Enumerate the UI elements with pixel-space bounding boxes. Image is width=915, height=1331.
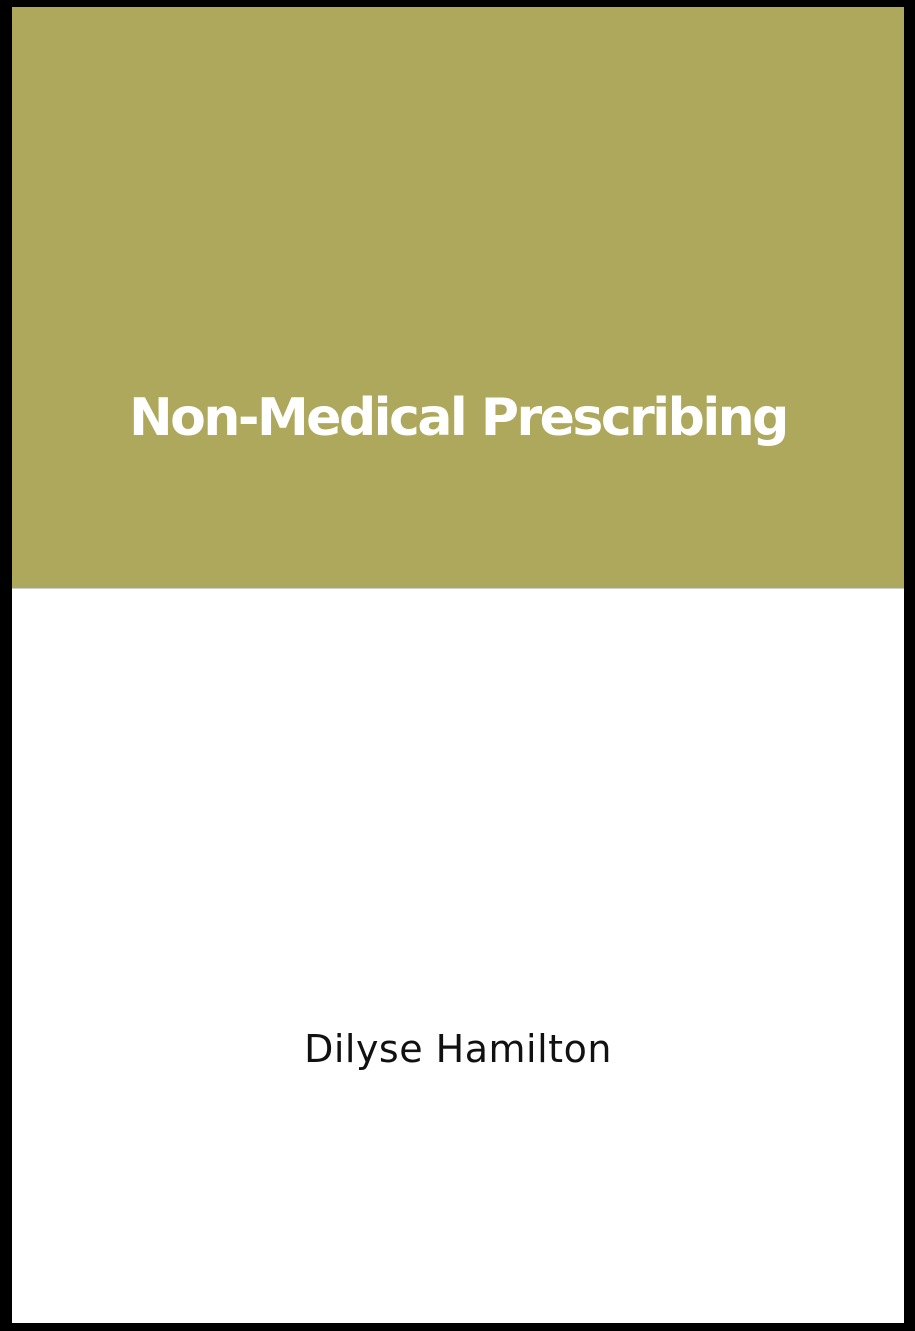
cover-title-panel: Non-Medical Prescribing (12, 7, 904, 589)
book-cover: Non-Medical Prescribing Dilyse Hamilton (12, 7, 904, 1323)
book-author: Dilyse Hamilton (304, 1027, 612, 1071)
book-title: Non-Medical Prescribing (129, 388, 789, 448)
